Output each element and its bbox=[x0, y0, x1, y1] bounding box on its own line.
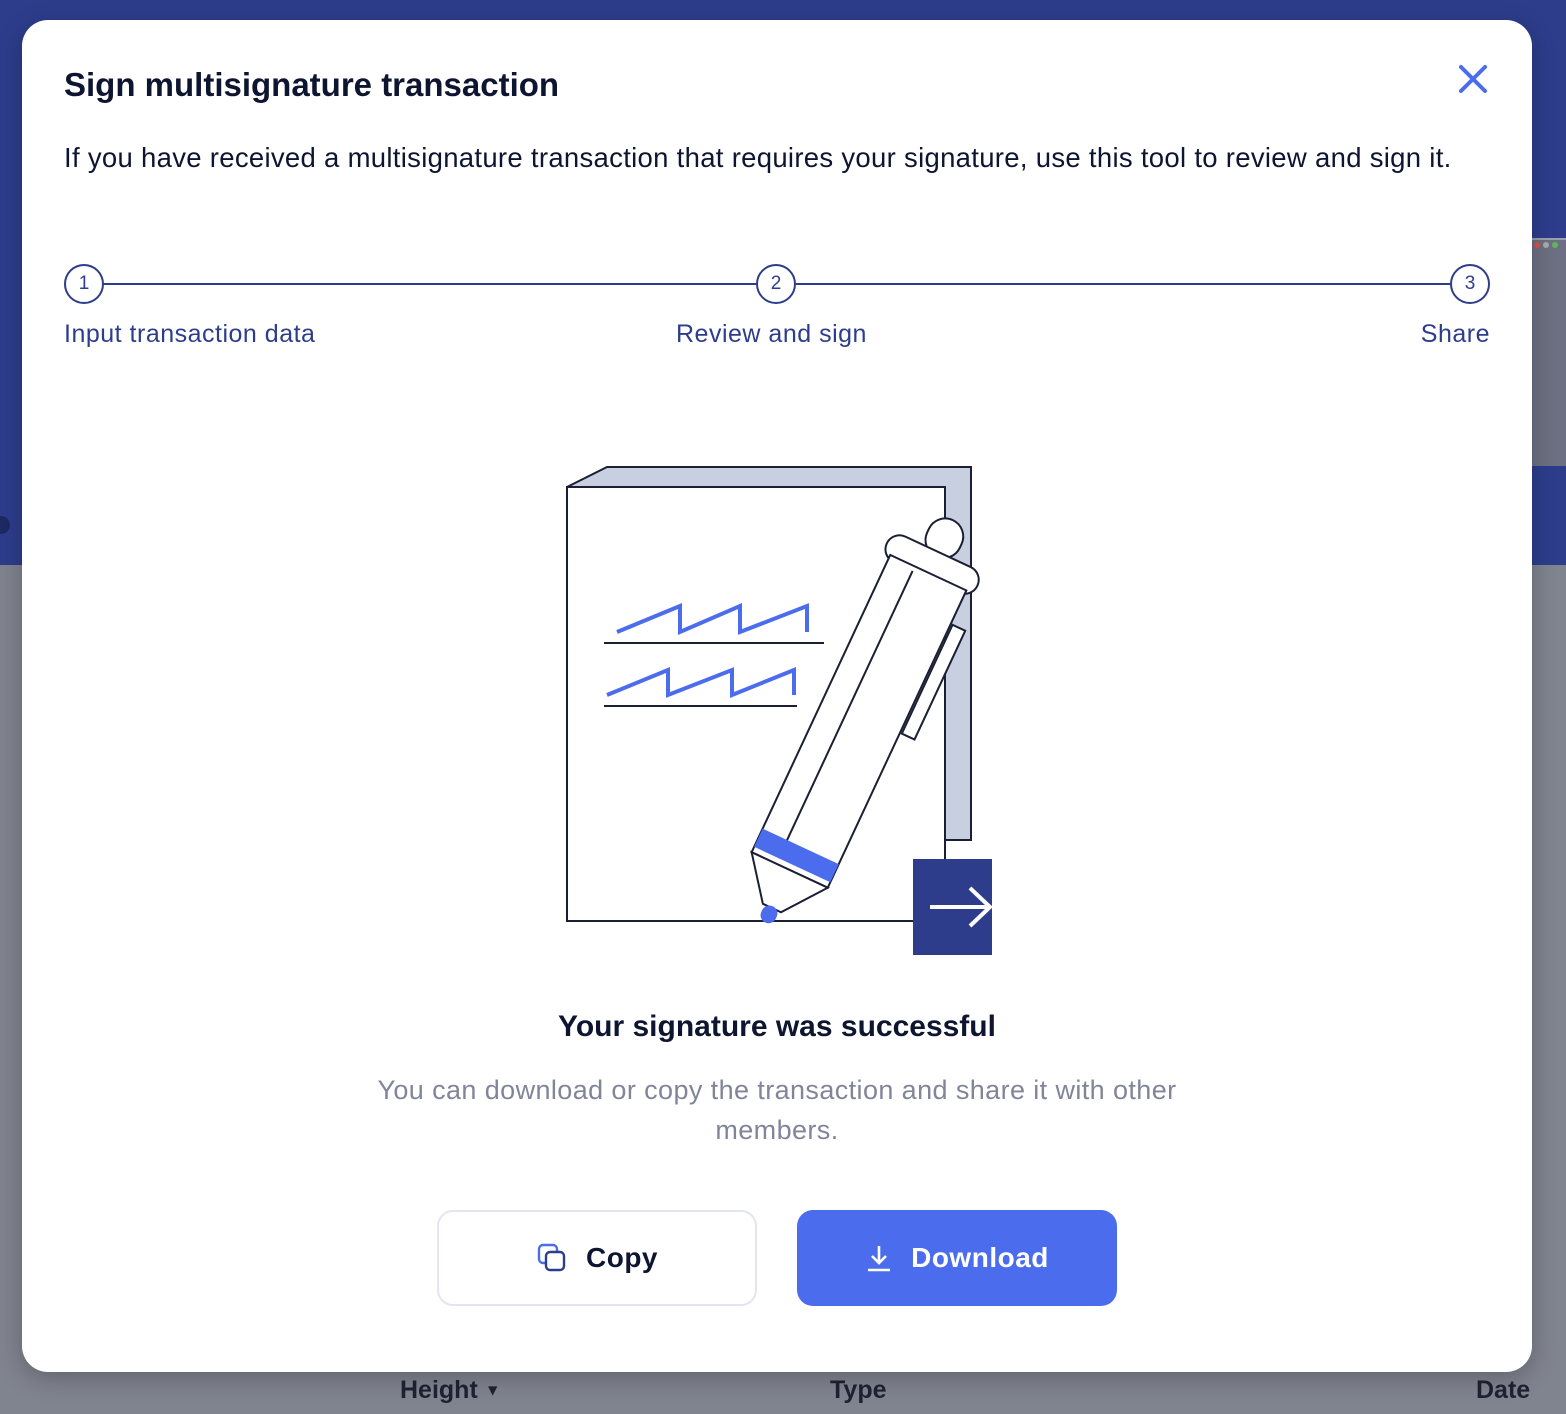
modal-description: If you have received a multisignature tr… bbox=[64, 142, 1452, 173]
step-2-label: Review and sign bbox=[676, 320, 867, 348]
modal-title: Sign multisignature transaction bbox=[64, 66, 560, 103]
sign-multisig-modal: Sign multisignature transaction If you h… bbox=[22, 20, 1532, 1372]
success-message: You can download or copy the transaction… bbox=[377, 1075, 1177, 1145]
table-header-height-label: Height bbox=[400, 1376, 478, 1404]
copy-button[interactable]: Copy bbox=[437, 1210, 757, 1306]
table-header-date[interactable]: Date bbox=[1476, 1376, 1530, 1405]
download-button-label: Download bbox=[911, 1242, 1049, 1273]
caret-down-icon: ▼ bbox=[484, 1382, 501, 1400]
background-window-controls bbox=[1534, 242, 1558, 248]
table-header-type[interactable]: Type bbox=[830, 1376, 887, 1405]
table-header-height[interactable]: Height ▼ bbox=[400, 1376, 501, 1405]
close-icon bbox=[1459, 65, 1487, 93]
success-title: Your signature was successful bbox=[558, 1010, 996, 1043]
download-icon bbox=[865, 1243, 893, 1273]
close-button[interactable] bbox=[1454, 60, 1492, 98]
download-button[interactable]: Download bbox=[797, 1210, 1117, 1306]
step-1-label: Input transaction data bbox=[64, 320, 316, 348]
step-3-label: Share bbox=[1420, 320, 1490, 348]
signed-document-illustration bbox=[566, 466, 992, 955]
step-3-circle: 3 bbox=[1450, 264, 1490, 304]
copy-button-label: Copy bbox=[586, 1242, 658, 1273]
copy-icon bbox=[536, 1242, 568, 1274]
step-2-circle: 2 bbox=[756, 264, 796, 304]
background-window-panel bbox=[1532, 238, 1566, 466]
step-1-circle: 1 bbox=[64, 264, 104, 304]
